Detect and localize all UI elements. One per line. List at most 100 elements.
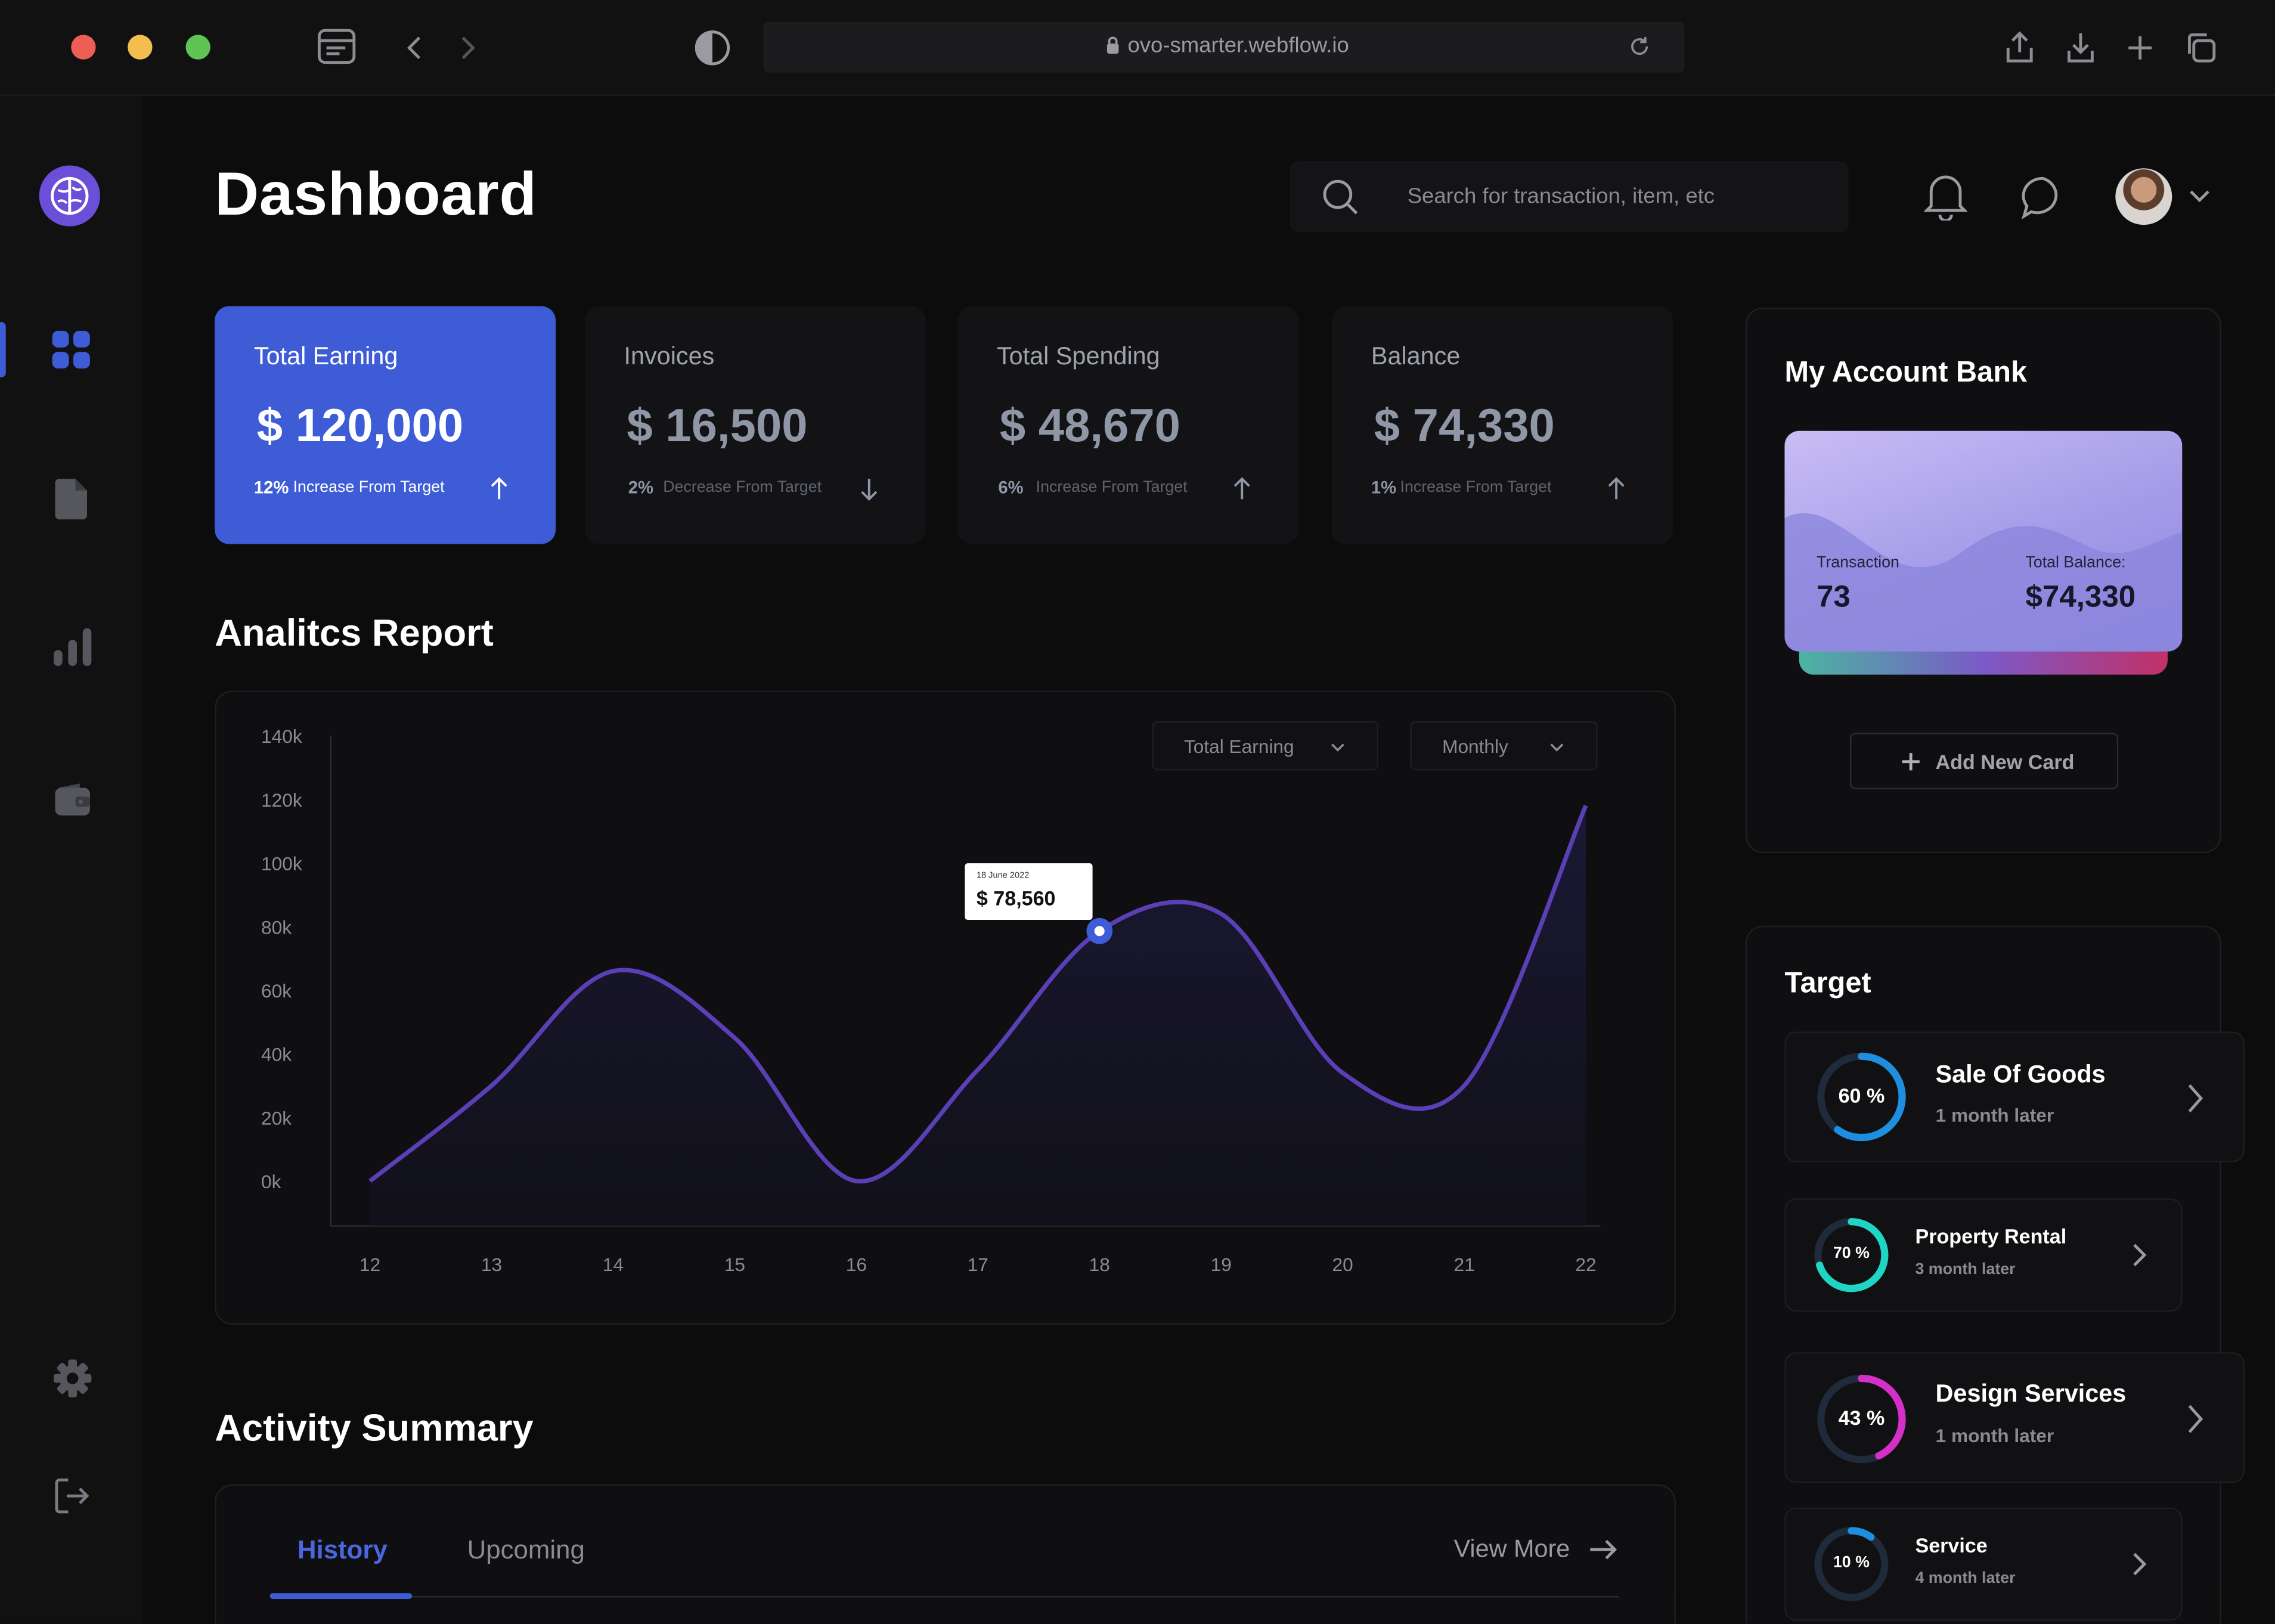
document-icon[interactable]	[54, 478, 88, 521]
tooltip-value: $ 78,560	[976, 886, 1056, 910]
y-tick-label: 60k	[261, 980, 292, 1002]
target-name: Service	[1915, 1533, 1988, 1557]
target-percent: 60 %	[1838, 1083, 1885, 1107]
stat-note: Increase From Target	[293, 479, 445, 497]
metric-dropdown[interactable]: Total Earning	[1152, 721, 1379, 771]
card-transaction-label: Transaction	[1816, 554, 1899, 572]
active-nav-indicator	[0, 322, 6, 377]
card-transaction-value: 73	[1816, 580, 1851, 614]
stat-note: Increase From Target	[1036, 479, 1188, 497]
stat-card-total-earning[interactable]: Total Earning $ 120,000 12% Increase Fro…	[215, 306, 556, 544]
stat-card-invoices[interactable]: Invoices $ 16,500 2% Decrease From Targe…	[584, 306, 926, 544]
view-more-link[interactable]: View More	[1454, 1533, 1617, 1564]
bank-card-face: Transaction 73 Total Balance: $74,330	[1784, 430, 2183, 652]
tooltip-date: 18 June 2022	[976, 872, 1030, 881]
card-balance-value: $74,330	[2025, 580, 2136, 614]
plus-icon	[1902, 753, 1920, 771]
arrow-up-icon	[491, 477, 507, 500]
x-tick-label: 17	[968, 1254, 988, 1275]
forward-arrow-icon[interactable]	[455, 33, 479, 63]
chevron-right-icon	[2188, 1405, 2203, 1433]
search-input[interactable]: Search for transaction, item, etc	[1408, 184, 1715, 209]
chevron-right-icon	[2188, 1084, 2203, 1112]
bank-card[interactable]: Transaction 73 Total Balance: $74,330	[1784, 430, 2183, 678]
target-time: 1 month later	[1935, 1424, 2054, 1447]
card-wave-decoration	[1784, 513, 2183, 652]
x-tick-label: 21	[1453, 1254, 1474, 1275]
tab-overview-icon[interactable]	[2184, 30, 2218, 65]
url-text: ovo-smarter.webflow.io	[763, 33, 1684, 58]
stat-percent: 1%	[1371, 477, 1397, 498]
stat-label: Invoices	[624, 342, 715, 370]
target-percent: 10 %	[1833, 1554, 1870, 1572]
activity-title: Activity Summary	[215, 1406, 534, 1450]
target-panel: Target 60 % Sale Of Goods 1 month later …	[1745, 925, 2245, 1624]
close-window-button[interactable]	[71, 35, 96, 60]
analytics-title: Analitcs Report	[215, 610, 494, 655]
x-tick-label: 20	[1332, 1254, 1353, 1275]
activity-panel: History Upcoming View More	[215, 1484, 1676, 1624]
bank-title: My Account Bank	[1784, 357, 2028, 389]
y-tick-label: 100k	[261, 853, 302, 875]
x-tick-label: 12	[359, 1254, 380, 1275]
x-tick-label: 13	[481, 1254, 502, 1275]
x-tick-label: 16	[846, 1254, 867, 1275]
y-tick-label: 80k	[261, 916, 292, 938]
target-name: Design Services	[1935, 1380, 2127, 1408]
analytics-bars-icon[interactable]	[52, 627, 93, 667]
y-tick-label: 140k	[261, 726, 302, 747]
minimize-window-button[interactable]	[128, 35, 153, 60]
dashboard-grid-icon[interactable]	[51, 329, 91, 370]
new-tab-plus-icon[interactable]	[2125, 33, 2155, 63]
app-root: ovo-smarter.webflow.io Dashboard Search …	[0, 0, 2275, 1624]
period-dropdown[interactable]: Monthly	[1410, 721, 1598, 771]
logout-icon[interactable]	[54, 1477, 91, 1515]
download-icon[interactable]	[2065, 30, 2097, 65]
bank-account-panel: My Account Bank Transaction 73 Total Bal…	[1745, 307, 2221, 854]
stat-percent: 6%	[998, 477, 1024, 498]
search-bar[interactable]: Search for transaction, item, etc	[1290, 161, 1849, 233]
card-balance-label: Total Balance:	[2025, 554, 2126, 572]
arrow-down-icon	[861, 479, 878, 501]
reload-icon[interactable]	[1628, 35, 1651, 58]
active-tab-underline	[269, 1593, 413, 1599]
user-avatar[interactable]	[2115, 168, 2172, 225]
stat-card-balance[interactable]: Balance $ 74,330 1% Increase From Target	[1332, 306, 1673, 544]
arrow-up-icon	[1233, 477, 1250, 500]
target-item[interactable]: 43 % Design Services 1 month later	[1784, 1352, 2245, 1483]
theme-contrast-icon[interactable]	[692, 27, 733, 68]
target-item[interactable]: 10 % Service 4 month later	[1784, 1507, 2183, 1621]
analytics-chart-panel: 140k 120k 100k 80k 60k 40k 20k 0k 12 13 14 15 16 17 18…	[215, 690, 1676, 1325]
target-name: Sale Of Goods	[1935, 1061, 2106, 1089]
address-bar[interactable]: ovo-smarter.webflow.io	[763, 21, 1685, 73]
add-new-card-button[interactable]: Add New Card	[1849, 733, 2119, 789]
tab-history[interactable]: History	[297, 1535, 388, 1566]
share-icon[interactable]	[2004, 30, 2036, 65]
brain-logo-icon[interactable]	[38, 164, 101, 228]
notification-bell-icon[interactable]	[1924, 171, 1968, 221]
stat-value: $ 48,670	[999, 399, 1180, 451]
tab-upcoming[interactable]: Upcoming	[467, 1535, 585, 1566]
chat-bubble-icon[interactable]	[2020, 174, 2066, 221]
chevron-down-icon[interactable]	[2188, 186, 2211, 206]
target-percent: 43 %	[1838, 1406, 1885, 1430]
stat-card-total-spending[interactable]: Total Spending $ 48,670 6% Increase From…	[957, 306, 1299, 544]
chart-tooltip: 18 June 2022 $ 78,560	[965, 863, 1093, 920]
back-arrow-icon[interactable]	[404, 33, 427, 63]
settings-gear-icon[interactable]	[52, 1358, 93, 1399]
add-new-card-label: Add New Card	[1935, 750, 2075, 774]
sidebar-toggle-icon[interactable]	[317, 27, 357, 65]
stat-value: $ 16,500	[627, 399, 808, 451]
stat-value: $ 120,000	[256, 399, 464, 451]
y-tick-label: 120k	[261, 789, 302, 811]
stat-percent: 2%	[628, 477, 654, 498]
target-item[interactable]: 60 % Sale Of Goods 1 month later	[1784, 1031, 2245, 1163]
target-item[interactable]: 70 % Property Rental 3 month later	[1784, 1198, 2183, 1312]
stat-label: Total Earning	[253, 342, 398, 370]
y-tick-label: 40k	[261, 1044, 292, 1065]
maximize-window-button[interactable]	[185, 35, 210, 60]
x-tick-label: 14	[603, 1254, 624, 1275]
chart-highlight-center	[1094, 926, 1105, 937]
wallet-icon[interactable]	[54, 782, 91, 817]
chevron-down-icon	[1550, 743, 1564, 752]
